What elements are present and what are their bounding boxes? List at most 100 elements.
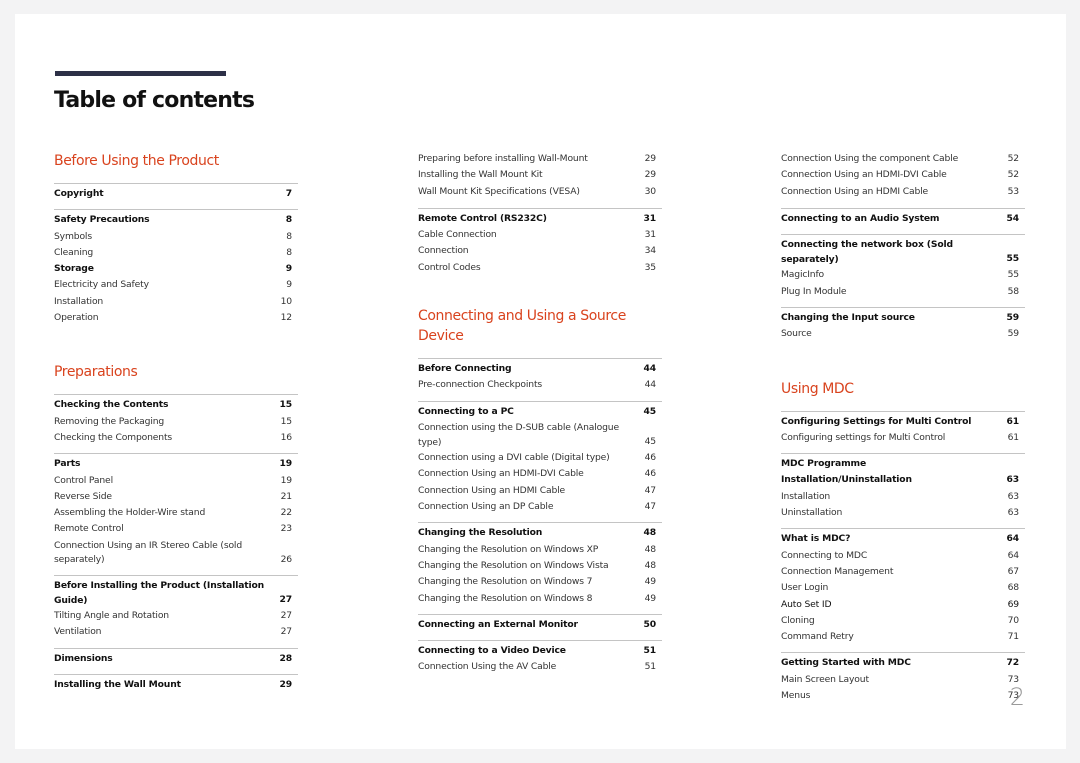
toc-entry-label: Dimensions xyxy=(54,652,113,664)
section-heading[interactable]: Using MDC xyxy=(781,379,1025,399)
toc-entry[interactable]: Ventilation 27 xyxy=(54,624,298,640)
toc-chapter-entry[interactable]: What is MDC? 64 xyxy=(781,531,1025,547)
toc-entry[interactable]: Connection Using the component Cable 52 xyxy=(781,151,1025,167)
toc-entry-label: Copyright xyxy=(54,188,104,199)
toc-chapter-entry[interactable]: Connecting an External Monitor 50 xyxy=(418,617,662,633)
toc-entry-label: Before Installing the Product (Installat… xyxy=(54,579,265,606)
toc-entry-label: Connecting to an Audio System xyxy=(781,212,940,224)
toc-entry[interactable]: Plug In Module 58 xyxy=(781,284,1025,300)
toc-entry[interactable]: Reverse Side 21 xyxy=(54,489,298,505)
toc-entry-page: 9 xyxy=(285,263,292,275)
toc-chapter-entry[interactable]: Before Installing the Product (Installat… xyxy=(54,578,298,608)
toc-chapter-entry[interactable]: Storage 9 xyxy=(54,261,298,277)
toc-entry[interactable]: Connection Using the AV Cable 51 xyxy=(418,659,662,675)
toc-entry[interactable]: Connecting to MDC 64 xyxy=(781,548,1025,564)
toc-entry-page: 59 xyxy=(1006,311,1020,323)
toc-entry-page: 51 xyxy=(643,645,657,657)
toc-entry-page: 47 xyxy=(644,501,657,513)
toc-chapter-entry[interactable]: Checking the Contents 15 xyxy=(54,397,298,413)
toc-entry[interactable]: Connection Using an IR Stereo Cable (sol… xyxy=(54,538,298,568)
toc-entry[interactable]: Assembling the Holder-Wire stand 22 xyxy=(54,505,298,521)
toc-entry[interactable]: Menus 73 xyxy=(781,688,1025,704)
toc-entry-page: 52 xyxy=(1007,169,1020,181)
toc-entry[interactable]: User Login 68 xyxy=(781,580,1025,596)
toc-entry[interactable]: Source 59 xyxy=(781,326,1025,342)
toc-entry[interactable]: Operation 12 xyxy=(54,310,298,326)
toc-entry[interactable]: Pre-connection Checkpoints 44 xyxy=(418,377,662,393)
toc-chapter-entry[interactable]: Dimensions 28 xyxy=(54,651,298,667)
toc-entry[interactable]: MagicInfo 55 xyxy=(781,267,1025,283)
toc-entry[interactable]: Connection Using an DP Cable 47 xyxy=(418,499,662,515)
toc-chapter-entry[interactable]: Connecting to a PC 45 xyxy=(418,404,662,420)
toc-chapter-entry[interactable]: Changing the Input source 59 xyxy=(781,310,1025,326)
toc-entry[interactable]: Auto Set ID 69 xyxy=(781,597,1025,613)
toc-entry[interactable]: Installation 63 xyxy=(781,489,1025,505)
toc-entry[interactable]: Tilting Angle and Rotation 27 xyxy=(54,608,298,624)
toc-entry[interactable]: Electricity and Safety 9 xyxy=(54,277,298,293)
toc-entry[interactable]: Connection Using an HDMI Cable 53 xyxy=(781,184,1025,200)
toc-chapter-entry[interactable]: Remote Control (RS232C) 31 xyxy=(418,211,662,227)
toc-entry[interactable]: Changing the Resolution on Windows XP 48 xyxy=(418,542,662,558)
toc-entry[interactable]: Cloning 70 xyxy=(781,613,1025,629)
toc-entry[interactable]: Main Screen Layout 73 xyxy=(781,672,1025,688)
toc-entry[interactable]: Preparing before installing Wall-Mount 29 xyxy=(418,151,662,167)
toc-entry-label: Installation xyxy=(781,490,831,502)
toc-entry[interactable]: Changing the Resolution on Windows 7 49 xyxy=(418,574,662,590)
toc-entry-page: 63 xyxy=(1007,490,1020,502)
toc-chapter-entry[interactable]: Parts 19 xyxy=(54,456,298,472)
toc-entry-label: Connection Management xyxy=(781,565,894,577)
toc-entry[interactable]: Changing the Resolution on Windows Vista… xyxy=(418,558,662,574)
toc-entry-page: 21 xyxy=(280,490,293,502)
toc-chapter-entry[interactable]: Installing the Wall Mount 29 xyxy=(54,677,298,693)
toc-entry[interactable]: Checking the Components 16 xyxy=(54,430,298,446)
toc-entry[interactable]: Installing the Wall Mount Kit 29 xyxy=(418,167,662,183)
toc-group: Preparing before installing Wall-Mount 29… xyxy=(418,151,662,200)
section-heading[interactable]: Connecting and Using a Source Device xyxy=(418,306,643,346)
toc-entry-label: Command Retry xyxy=(781,631,854,643)
toc-chapter-entry[interactable]: Configuring Settings for Multi Control 61 xyxy=(781,414,1025,430)
toc-entry-label: Connection Using the component Cable xyxy=(781,153,959,164)
toc-entry[interactable]: Cable Connection 31 xyxy=(418,227,662,243)
toc-chapter-entry[interactable]: Getting Started with MDC 72 xyxy=(781,655,1025,671)
toc-chapter-entry[interactable]: Changing the Resolution 48 xyxy=(418,525,662,541)
section-heading[interactable]: Preparations xyxy=(54,362,298,382)
toc-entry[interactable]: Connection using the D-SUB cable (Analog… xyxy=(418,420,662,450)
toc-entry[interactable]: Command Retry 71 xyxy=(781,629,1025,645)
toc-entry-page: 48 xyxy=(644,559,657,571)
toc-entry[interactable]: Control Codes 35 xyxy=(418,260,662,276)
toc-entry[interactable]: Changing the Resolution on Windows 8 49 xyxy=(418,591,662,607)
toc-entry[interactable]: Connection Using an HDMI-DVI Cable 46 xyxy=(418,466,662,482)
toc-entry-page: 16 xyxy=(280,431,293,443)
toc-chapter-entry[interactable]: Connecting to an Audio System 54 xyxy=(781,211,1025,227)
toc-entry[interactable]: Connection Management 67 xyxy=(781,564,1025,580)
toc-entry-label: Changing the Input source xyxy=(781,311,915,323)
toc-entry[interactable]: Connection Using an HDMI-DVI Cable 52 xyxy=(781,167,1025,183)
toc-chapter-entry[interactable]: Connecting to a Video Device 51 xyxy=(418,643,662,659)
toc-entry[interactable]: Connection 34 xyxy=(418,243,662,259)
toc-chapter-entry[interactable]: Connecting the network box (Sold separat… xyxy=(781,237,1025,267)
toc-chapter-entry[interactable]: Copyright 7 xyxy=(54,186,298,202)
toc-entry-label: Ventilation xyxy=(54,626,102,638)
toc-entry[interactable]: Installation 10 xyxy=(54,294,298,310)
toc-entry-page: 52 xyxy=(1007,153,1020,164)
toc-entry-label: Getting Started with MDC xyxy=(781,657,911,669)
toc-entry[interactable]: Removing the Packaging 15 xyxy=(54,414,298,430)
section-heading[interactable]: Before Using the Product xyxy=(54,151,298,171)
toc-chapter-entry[interactable]: Before Connecting 44 xyxy=(418,361,662,377)
toc-group: Configuring Settings for Multi Control 61… xyxy=(781,410,1025,447)
page-number: 2 xyxy=(1009,683,1025,711)
toc-chapter-entry[interactable]: Safety Precautions 8 xyxy=(54,212,298,228)
toc-entry[interactable]: Uninstallation 63 xyxy=(781,505,1025,521)
toc-entry-page: 64 xyxy=(1007,549,1020,561)
toc-entry[interactable]: Connection using a DVI cable (Digital ty… xyxy=(418,450,662,466)
toc-entry[interactable]: Configuring settings for Multi Control 61 xyxy=(781,430,1025,446)
toc-entry[interactable]: Remote Control 23 xyxy=(54,521,298,537)
toc-entry[interactable]: Symbols 8 xyxy=(54,229,298,245)
toc-entry[interactable]: Cleaning 8 xyxy=(54,245,298,261)
toc-chapter-entry[interactable]: MDC Programme Installation/Uninstallatio… xyxy=(781,456,1025,489)
toc-entry[interactable]: Wall Mount Kit Specifications (VESA) 30 xyxy=(418,184,662,200)
toc-entry[interactable]: Connection Using an HDMI Cable 47 xyxy=(418,483,662,499)
toc-entry[interactable]: Control Panel 19 xyxy=(54,473,298,489)
toc-entry-page: 15 xyxy=(279,399,293,411)
toc-entry-label: Removing the Packaging xyxy=(54,415,165,427)
